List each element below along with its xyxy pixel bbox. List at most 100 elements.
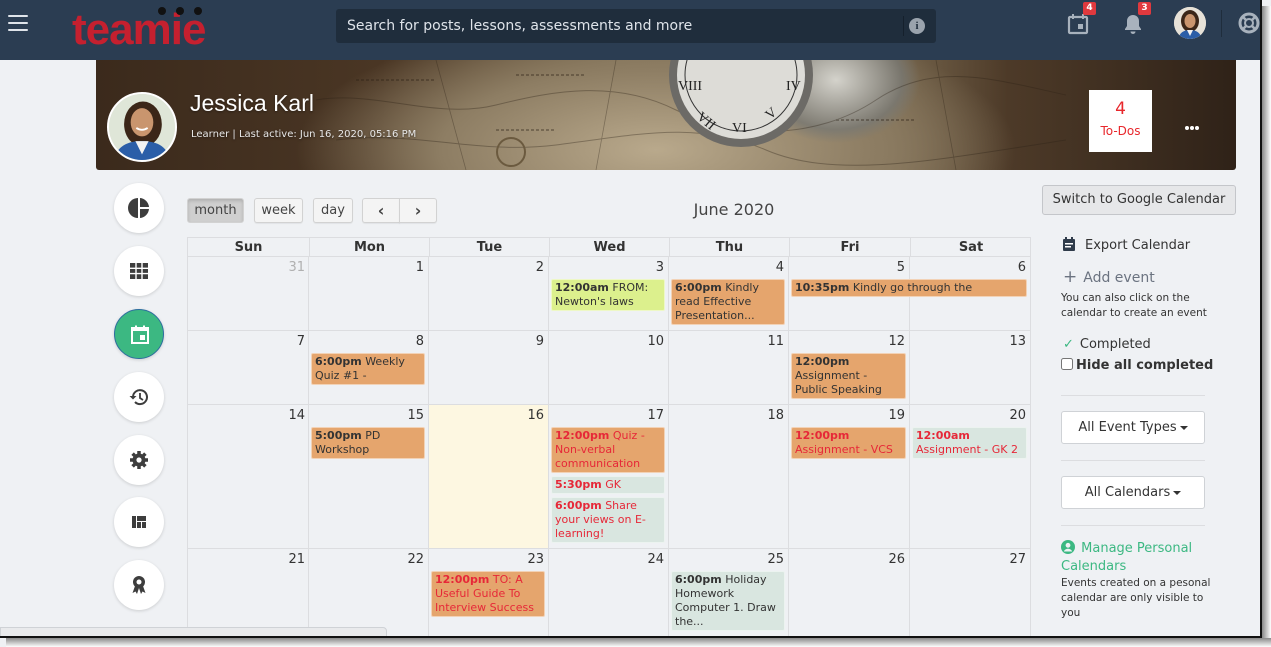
event-time: 12:00am [555,281,609,294]
teamie-logo[interactable]: teamie [72,4,242,52]
side-menu-layout[interactable] [114,497,164,547]
calendar-event[interactable]: 6:00pm Weekly Quiz #1 - Effective... [311,353,425,385]
calendar-day[interactable]: 1 [308,257,428,330]
calendar-event[interactable]: 6:00pm Holiday Homework Computer 1. Draw… [671,571,785,631]
day-number: 6 [1017,260,1026,275]
calendar-event[interactable]: 6:00pm Kindly read Effective Presentatio… [671,279,785,325]
side-menu-badges[interactable] [114,560,164,610]
calendar-event[interactable]: 12:00am Assignment - GK 2 [912,427,1027,459]
calendars-dropdown[interactable]: All Calendars [1061,476,1205,509]
hide-completed-checkbox[interactable] [1061,358,1073,370]
day-number: 24 [647,552,664,567]
info-icon[interactable]: i [909,18,925,34]
event-types-label: All Event Types [1078,420,1177,435]
week-view-button[interactable]: week [254,198,303,223]
side-menu-history[interactable] [114,372,164,422]
pie-chart-icon [128,198,149,218]
plus-icon: + [1063,267,1078,287]
day-number: 9 [535,334,544,349]
calendar-day[interactable]: 21 [188,549,309,636]
calendar-event[interactable]: 12:00am FROM: Newton's laws [551,279,665,311]
calendar-day-today[interactable]: 16 [428,405,548,548]
calendar-day[interactable]: 9 [428,331,548,404]
calendar-event[interactable]: 12:00pm Assignment - VCS [791,427,906,459]
avatar-image [1174,7,1206,39]
day-number: 20 [1009,408,1026,423]
calendar-day[interactable]: 26 [788,549,909,636]
app-window: teamie i 4 3 [0,0,1262,638]
calendar-day[interactable]: 10 [548,331,668,404]
calendar-event[interactable]: 10:35pm Kindly go through the attached..… [791,279,1027,297]
event-types-dropdown[interactable]: All Event Types [1061,411,1205,444]
calendar-day[interactable]: 2 [428,257,548,330]
calendar-day[interactable]: 18 [668,405,788,548]
calendar-day[interactable]: 7 [188,331,309,404]
manage-personal-calendars-link[interactable]: Manage Personal Calendars [1061,540,1211,576]
event-time: 12:00pm [795,355,850,368]
divider [1061,460,1205,461]
calendar-day[interactable]: 13 [909,331,1030,404]
side-menu-calendar[interactable] [114,309,164,359]
profile-meta: Learner | Last active: Jun 16, 2020, 05:… [191,129,417,140]
calendar-event[interactable]: 12:00pm TO: A Useful Guide To Interview … [431,571,545,617]
calendar-day[interactable]: 14 [188,405,309,548]
export-calendar-label: Export Calendar [1085,238,1191,253]
todos-count: 4 [1115,99,1126,119]
search-input[interactable] [336,9,896,43]
day-view-button[interactable]: day [313,198,353,223]
calendar-day[interactable]: 31 [188,257,309,330]
side-menu-gradebook[interactable] [114,246,164,296]
user-avatar[interactable] [1174,7,1206,39]
todo-badge: 4 [1083,2,1096,15]
svg-text:VIII: VIII [678,79,702,94]
hide-completed-label: Hide all completed [1076,358,1214,373]
todos-button[interactable]: 4 To-Dos [1089,90,1152,152]
todo-calendar-button[interactable]: 4 [1066,2,1096,36]
caret-down-icon [1173,490,1182,495]
day-number: 21 [288,552,305,567]
history-icon [129,389,148,406]
day-number: 26 [888,552,905,567]
switch-google-calendar-button[interactable]: Switch to Google Calendar [1042,185,1236,215]
profile-banner: VII VI V VIII IV Jessica Karl Learner | … [96,60,1236,170]
day-number: 19 [888,408,905,423]
hide-completed-toggle[interactable]: Hide all completed [1061,358,1213,373]
notifications-button[interactable]: 3 [1121,2,1151,36]
event-title: Assignment - GK 2 [916,443,1018,456]
calendar-event[interactable]: 6:00pm Share your views on E-learning! [551,497,665,543]
add-event-link[interactable]: + Add event [1061,267,1155,287]
completed-filter[interactable]: ✓ Completed [1061,337,1151,352]
day-number: 1 [415,260,424,275]
weekday-mon: Mon [309,238,429,257]
nav-divider [1221,10,1222,37]
weekday-wed: Wed [549,238,669,257]
notification-badge: 3 [1138,2,1151,15]
next-month-button[interactable]: › [399,198,437,223]
profile-avatar[interactable] [107,92,177,162]
day-number: 5 [896,260,905,275]
calendar-day[interactable]: 11 [668,331,788,404]
calendar-day[interactable]: 22 [308,549,428,636]
calendar-day[interactable]: 27 [909,549,1030,636]
logo-dot [158,7,166,15]
search-bar: i [336,9,936,43]
side-menu-dashboard[interactable] [114,183,164,233]
prev-month-button[interactable]: ‹ [362,198,400,223]
more-options-icon[interactable] [1185,115,1203,130]
month-view-button[interactable]: month [187,198,244,223]
profile-name: Jessica Karl [190,90,314,116]
pocket-watch-image: VII VI V VIII IV [669,60,813,147]
window-shadow [1262,6,1271,647]
calendar-day[interactable]: 24 [548,549,668,636]
calendar-event[interactable]: 5:30pm GK Session [551,476,665,494]
calendar-event[interactable]: 12:00pm Assignment - Public Speaking [791,353,906,399]
event-time: 6:00pm [675,281,722,294]
calendar-event[interactable]: 12:00pm Quiz - Non-verbal communication [551,427,665,473]
calendar-week-row: 31 1 2 3 4 5 6 12:00am FROM: Newton's laws 6:00p… [187,257,1031,331]
hamburger-menu-icon[interactable] [8,15,28,31]
side-menu-settings[interactable] [114,435,164,485]
calendar-event[interactable]: 5:00pm PD Workshop [311,427,425,459]
user-circle-icon [1061,540,1075,554]
export-calendar-link[interactable]: Export Calendar [1061,236,1190,253]
help-button[interactable] [1237,11,1260,35]
